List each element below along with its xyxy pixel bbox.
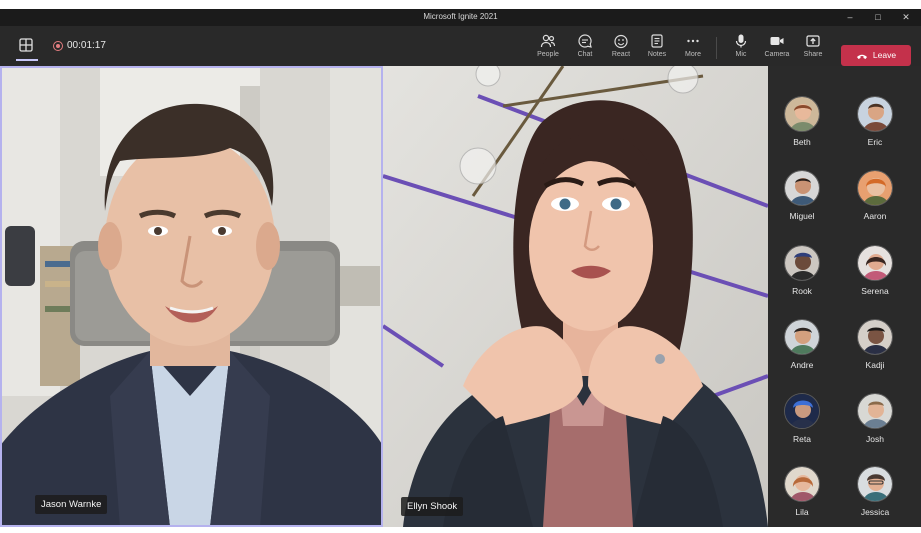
react-label: React [611, 51, 631, 58]
mic-icon [735, 34, 747, 48]
window-title: Microsoft Ignite 2021 [423, 12, 498, 21]
avatar [857, 393, 893, 429]
react-icon [614, 34, 628, 49]
participant-serena[interactable]: Serena [845, 245, 905, 309]
notes-button[interactable]: Notes [637, 33, 677, 63]
participant-name-tag: Jason Warnke [35, 495, 108, 514]
people-button[interactable]: People [528, 33, 568, 63]
participant-rook[interactable]: Rook [772, 245, 832, 309]
participant-name: Jessica [860, 507, 890, 517]
avatar [857, 466, 893, 502]
camera-label: Camera [764, 51, 790, 58]
close-icon[interactable]: ✕ [899, 11, 913, 24]
video-tile-jason-warnke[interactable]: Jason Warnke [0, 66, 383, 527]
participant-lila[interactable]: Lila [772, 466, 832, 527]
people-icon [540, 34, 556, 48]
participant-name: Miguel [789, 211, 815, 221]
meeting-window: Microsoft Ignite 2021 – □ ✕ 00:01:17 Peo… [0, 9, 921, 527]
more-button[interactable]: More [673, 33, 713, 63]
participant-eric[interactable]: Eric [845, 96, 905, 160]
avatar-video-feed-image [383, 66, 768, 527]
participant-name: Beth [793, 137, 811, 147]
react-button[interactable]: React [601, 33, 641, 63]
chat-button[interactable]: Chat [565, 33, 605, 63]
share-button[interactable]: Share [793, 33, 833, 63]
mic-label: Mic [735, 51, 747, 58]
participant-beth[interactable]: Beth [772, 96, 832, 160]
participant-name: Aaron [863, 211, 887, 221]
avatar [784, 245, 820, 281]
notes-label: Notes [647, 51, 667, 58]
participant-name: Lila [795, 507, 809, 517]
recording-icon [53, 41, 63, 51]
participant-name: Eric [867, 137, 883, 147]
people-label: People [537, 51, 559, 58]
meeting-timer: 00:01:17 [67, 40, 106, 51]
notes-icon [651, 34, 663, 48]
more-label: More [685, 51, 701, 58]
avatar [857, 170, 893, 206]
participant-name: Reta [793, 434, 811, 444]
toolbar-divider [716, 37, 717, 59]
avatar [784, 393, 820, 429]
participant-josh[interactable]: Josh [845, 393, 905, 457]
more-icon [687, 39, 699, 43]
participant-kadji[interactable]: Kadji [845, 319, 905, 383]
participant-jessica[interactable]: Jessica [845, 466, 905, 527]
avatar [784, 319, 820, 355]
avatar [857, 96, 893, 132]
participant-reta[interactable]: Reta [772, 393, 832, 457]
participants-panel: Beth Eric Miguel Aaron Rook Serena Andre [768, 66, 921, 527]
avatar [857, 319, 893, 355]
video-feed-image [2, 68, 381, 525]
avatar [784, 170, 820, 206]
participant-andre[interactable]: Andre [772, 319, 832, 383]
avatar [784, 96, 820, 132]
grid-view-icon[interactable] [18, 37, 34, 53]
participant-name-tag: Ellyn Shook [401, 497, 464, 516]
participant-name: Serena [861, 286, 889, 296]
meeting-toolbar: 00:01:17 People Chat React Notes More Mi… [0, 26, 921, 66]
avatar [784, 466, 820, 502]
participant-miguel[interactable]: Miguel [772, 170, 832, 234]
participant-name: Josh [866, 434, 884, 444]
participant-aaron[interactable]: Aaron [845, 170, 905, 234]
participant-name: Andre [790, 360, 814, 370]
camera-icon [770, 37, 784, 45]
camera-button[interactable]: Camera [757, 33, 797, 63]
video-tile-ellyn-shook[interactable]: Ellyn Shook [383, 66, 768, 527]
leave-label: Leave [872, 50, 897, 60]
participant-name: Rook [792, 286, 812, 296]
leave-button[interactable]: Leave [841, 45, 911, 66]
title-bar: Microsoft Ignite 2021 – □ ✕ [0, 9, 921, 26]
chat-icon [578, 34, 592, 48]
avatar [857, 245, 893, 281]
participant-name: Kadji [865, 360, 885, 370]
minimize-icon[interactable]: – [843, 11, 857, 24]
hang-up-icon [856, 54, 867, 59]
active-view-indicator [16, 59, 38, 61]
chat-label: Chat [577, 51, 593, 58]
mic-button[interactable]: Mic [721, 33, 761, 63]
share-icon [806, 35, 820, 47]
maximize-icon[interactable]: □ [871, 11, 885, 24]
share-label: Share [803, 51, 823, 58]
